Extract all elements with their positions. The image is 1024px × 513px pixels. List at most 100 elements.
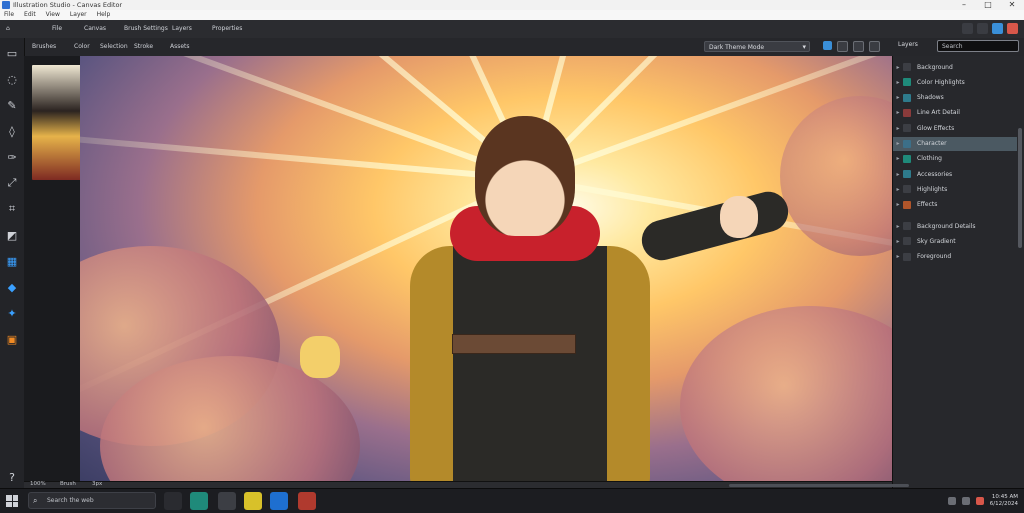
account-icon[interactable] <box>977 23 988 34</box>
expand-arrow-icon[interactable]: ▸ <box>893 64 903 71</box>
pen-icon[interactable]: ✑ <box>5 150 19 164</box>
expand-arrow-icon[interactable]: ▸ <box>893 223 903 230</box>
stamp-icon[interactable]: ▣ <box>5 332 19 346</box>
layer-label: Highlights <box>917 185 948 193</box>
menu-layer[interactable]: Layer <box>70 10 87 20</box>
expand-arrow-icon[interactable]: ▸ <box>893 155 903 162</box>
layer-row[interactable]: ▸ Accessories <box>893 167 1017 181</box>
export-icon[interactable] <box>1007 23 1018 34</box>
guides-icon[interactable] <box>869 41 880 52</box>
network-icon[interactable] <box>947 497 956 505</box>
expand-arrow-icon[interactable]: ▸ <box>893 171 903 178</box>
expand-arrow-icon[interactable]: ▸ <box>893 140 903 147</box>
brush-icon[interactable]: ✎ <box>5 98 19 112</box>
edge-browser-icon[interactable] <box>190 492 208 510</box>
settings-icon[interactable] <box>962 23 973 34</box>
secondary-toolbar: Brushes Color Selection Stroke Assets Da… <box>0 38 1024 57</box>
taskbar-search-input[interactable]: ⌕ Search the web <box>28 492 156 509</box>
layer-row[interactable]: ▸ Background <box>893 60 1017 74</box>
layers-select[interactable]: Layers <box>898 41 918 48</box>
expand-arrow-icon[interactable]: ▸ <box>893 125 903 132</box>
layer-row[interactable]: ▸ Highlights <box>893 182 1017 196</box>
studio-app-icon[interactable] <box>270 492 288 510</box>
start-button[interactable] <box>6 495 18 507</box>
menu-file[interactable]: File <box>4 10 14 20</box>
layer-search-input[interactable]: Search <box>937 40 1019 52</box>
layer-row[interactable]: ▸ Glow Effects <box>893 121 1017 135</box>
taskbar: ⌕ Search the web 10:45 AM 6/12/2024 <box>0 488 1024 513</box>
notes-app-icon[interactable] <box>244 492 262 510</box>
clock[interactable]: 10:45 AM 6/12/2024 <box>990 494 1018 508</box>
layer-row[interactable]: ▸ Effects <box>893 198 1017 212</box>
notification-icon[interactable] <box>975 497 984 505</box>
expand-arrow-icon[interactable]: ▸ <box>893 79 903 86</box>
layer-row[interactable]: ▸ Line Art Detail <box>893 106 1017 120</box>
toolbar-stroke[interactable]: Stroke <box>134 43 153 50</box>
toolbar-layers[interactable]: Layers <box>172 25 192 32</box>
minimize-button[interactable]: – <box>952 0 976 10</box>
toolbar-assets[interactable]: Assets <box>170 43 190 50</box>
reference-thumbnail-1[interactable] <box>32 65 86 180</box>
expand-arrow-icon[interactable]: ▸ <box>893 109 903 116</box>
layer-row[interactable]: ▸ Character <box>893 136 1017 151</box>
eraser-icon[interactable]: ◊ <box>5 124 19 138</box>
window-controls: – □ ✕ <box>952 0 1024 10</box>
toolbar-canvas[interactable]: Canvas <box>84 25 106 32</box>
layer-row[interactable]: ▸ Shadows <box>893 91 1017 105</box>
expand-arrow-icon[interactable]: ▸ <box>893 201 903 208</box>
share-icon[interactable] <box>992 23 1003 34</box>
file-explorer-icon[interactable] <box>164 492 182 510</box>
layer-row[interactable]: ▸ Color Highlights <box>893 75 1017 89</box>
canvas-area[interactable] <box>24 56 892 488</box>
layers-scrollbar[interactable] <box>1018 128 1022 248</box>
toolbar-home-icon[interactable]: ⌂ <box>6 25 10 32</box>
character-fist <box>300 336 340 378</box>
toolbar-file[interactable]: File <box>52 25 62 32</box>
volume-icon[interactable] <box>961 497 970 505</box>
expand-arrow-icon[interactable]: ▸ <box>893 94 903 101</box>
character-hand <box>720 196 758 238</box>
layer-thumbnail-icon <box>903 78 911 87</box>
fill-icon[interactable]: ◆ <box>5 280 19 294</box>
layer-label: Line Art Detail <box>917 109 960 117</box>
search-icon: ⌕ <box>33 496 38 505</box>
select-icon[interactable]: ▭ <box>5 46 19 60</box>
layer-row[interactable]: ▸ Background Details <box>893 219 1017 233</box>
transform-icon[interactable]: ⤢ <box>5 176 19 190</box>
lasso-icon[interactable]: ◌ <box>5 72 19 86</box>
expand-arrow-icon[interactable]: ▸ <box>893 186 903 193</box>
expand-arrow-icon[interactable]: ▸ <box>893 253 903 260</box>
view-mode-icon[interactable] <box>823 41 832 50</box>
rulers-icon[interactable] <box>853 41 864 52</box>
expand-arrow-icon[interactable]: ▸ <box>893 238 903 245</box>
toolbar-brushes[interactable]: Brushes <box>32 43 56 50</box>
horizontal-scrollbar[interactable] <box>729 484 909 487</box>
crop-icon[interactable]: ⌗ <box>5 202 19 216</box>
picker-icon[interactable]: ✦ <box>5 306 19 320</box>
toolbar-color[interactable]: Color <box>74 43 90 50</box>
layer-row[interactable]: ▸ Sky Gradient <box>893 234 1017 248</box>
theme-dropdown[interactable]: Dark Theme Mode ▾ <box>704 41 810 52</box>
maximize-button[interactable]: □ <box>976 0 1000 10</box>
layer-row[interactable]: ▸ Foreground <box>893 250 1017 264</box>
toolbar-brush-settings[interactable]: Brush Settings <box>124 25 168 32</box>
layer-label: Background Details <box>917 222 976 230</box>
layer-thumbnail-icon <box>903 108 911 117</box>
close-button[interactable]: ✕ <box>1000 0 1024 10</box>
artwork-canvas[interactable] <box>80 56 892 488</box>
menu-help[interactable]: Help <box>97 10 111 20</box>
menu-bar: File Edit View Layer Help <box>0 10 1024 20</box>
menu-edit[interactable]: Edit <box>24 10 36 20</box>
status-tool: Brush <box>60 481 76 487</box>
system-tray: 10:45 AM 6/12/2024 <box>947 494 1018 508</box>
grid-view-icon[interactable] <box>837 41 848 52</box>
menu-view[interactable]: View <box>46 10 60 20</box>
help-icon[interactable]: ? <box>5 470 19 484</box>
toolbar-properties[interactable]: Properties <box>212 25 242 32</box>
photo-app-icon[interactable] <box>218 492 236 510</box>
grid-icon[interactable]: ▦ <box>5 254 19 268</box>
shape-icon[interactable]: ◩ <box>5 228 19 242</box>
art-app-icon[interactable] <box>298 492 316 510</box>
toolbar-selection[interactable]: Selection <box>100 43 128 50</box>
layer-row[interactable]: ▸ Clothing <box>893 152 1017 166</box>
